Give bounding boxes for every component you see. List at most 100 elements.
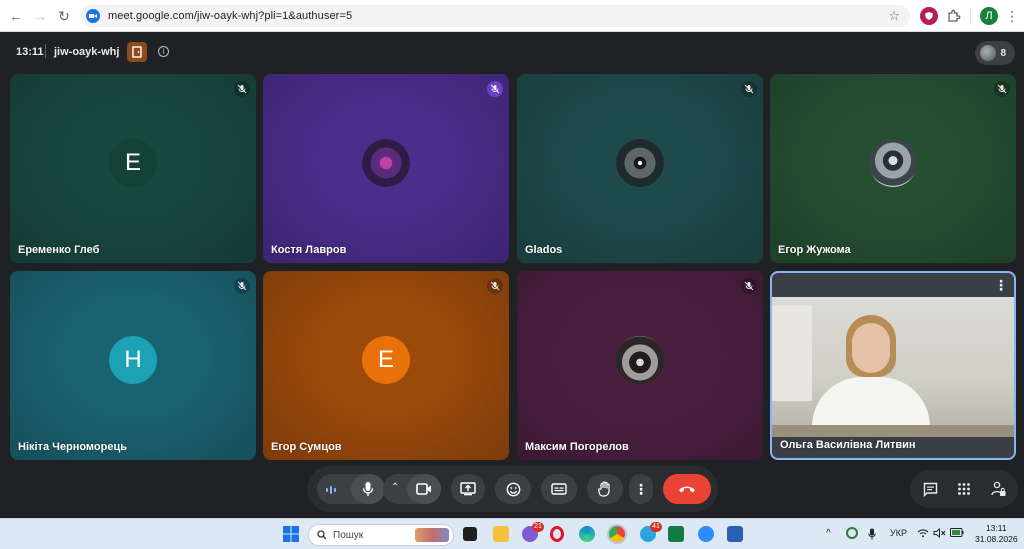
profile-avatar[interactable]: Л (980, 7, 998, 25)
people-count-button[interactable]: 8 (975, 41, 1015, 65)
leave-call-button[interactable] (663, 474, 711, 504)
excel-icon[interactable] (668, 526, 684, 542)
host-controls-icon[interactable] (127, 42, 147, 62)
video-wall-frame (772, 305, 812, 401)
mic-off-icon (487, 278, 503, 294)
participant-name: Егор Жужома (778, 244, 851, 256)
task-view-icon[interactable] (463, 527, 477, 541)
participant-name: Максим Погорелов (525, 441, 629, 453)
reactions-button[interactable] (495, 474, 531, 504)
participant-avatar (616, 138, 664, 187)
camera-button[interactable] (407, 474, 441, 504)
toolbar-divider (970, 9, 971, 23)
bookmark-star-icon[interactable]: ☆ (888, 8, 900, 24)
participant-tile[interactable]: ⋮ Ольга Василівна Литвин (770, 271, 1016, 460)
participant-tile[interactable]: Е Еременко Глеб (10, 74, 256, 263)
meeting-time: 13:11 (16, 46, 44, 58)
side-controls (910, 470, 1018, 508)
system-clock[interactable]: 13:11 31.08.2026 (975, 523, 1018, 545)
meeting-code: jiw-oayk-whj (54, 46, 120, 58)
windows-taskbar: Пошук 21 41 ^ УКР 13:11 31.08.2026 (0, 518, 1024, 549)
participant-avatar: Е (109, 138, 157, 187)
participant-avatar (362, 138, 410, 187)
mic-off-icon (741, 278, 757, 294)
battery-icon[interactable] (950, 528, 964, 539)
zoom-icon[interactable] (698, 526, 714, 542)
windows-start-icon[interactable] (283, 526, 299, 542)
meeting-info-icon[interactable]: i (158, 46, 169, 57)
tile-more-icon[interactable]: ⋮ (994, 277, 1008, 294)
forward-icon[interactable]: → (30, 6, 50, 26)
participant-name: Ольга Василівна Литвин (780, 439, 916, 451)
url-text[interactable]: meet.google.com/jiw-oayk-whj?pli=1&authu… (108, 10, 352, 22)
file-explorer-icon[interactable] (493, 526, 509, 542)
participant-video (772, 297, 1014, 437)
search-placeholder: Пошук (333, 529, 364, 541)
call-controls-bar: ⌃ ⋮ (307, 466, 718, 512)
mic-off-icon (994, 81, 1010, 97)
camera-group: ⌃ (383, 474, 441, 504)
present-button[interactable] (451, 474, 485, 504)
participant-tile[interactable]: Егор Жужома (770, 74, 1016, 263)
captions-button[interactable] (541, 474, 577, 504)
mic-off-icon (741, 81, 757, 97)
meet-site-icon (86, 9, 100, 23)
mic-off-icon (487, 81, 503, 97)
host-lock-icon[interactable] (988, 479, 1008, 499)
wifi-icon[interactable] (917, 528, 929, 540)
extensions-puzzle-icon[interactable] (945, 7, 963, 25)
participant-tile[interactable]: Е Егор Сумцов (263, 271, 509, 460)
viber-badge: 21 (532, 522, 544, 532)
participant-count: 8 (1000, 47, 1006, 59)
activities-icon[interactable] (954, 479, 974, 499)
camera-options-chevron-icon[interactable]: ⌃ (391, 482, 399, 493)
mic-group (317, 474, 385, 504)
meeting-header: 13:11 jiw-oayk-whj i 8 (0, 32, 1024, 72)
participant-avatar: Н (109, 335, 157, 384)
edge-icon[interactable] (579, 526, 595, 542)
address-bar[interactable]: meet.google.com/jiw-oayk-whj?pli=1&authu… (80, 5, 910, 27)
back-icon[interactable]: ← (6, 6, 26, 26)
language-indicator[interactable]: УКР (890, 528, 907, 538)
mic-tray-icon[interactable] (868, 528, 876, 542)
participant-avatar: Е (362, 335, 410, 384)
participant-avatar (869, 138, 917, 187)
mic-off-icon (234, 278, 250, 294)
clock-date: 31.08.2026 (975, 534, 1018, 544)
more-vert-icon: ⋮ (634, 480, 648, 497)
raise-hand-button[interactable] (587, 474, 623, 504)
opera-icon[interactable] (550, 526, 564, 542)
search-icon (317, 530, 327, 540)
participant-tile[interactable]: Н Нікіта Черноморець (10, 271, 256, 460)
mic-off-icon (234, 81, 250, 97)
participant-name: Еременко Глеб (18, 244, 100, 256)
audio-level-icon (325, 483, 337, 501)
participant-name: Костя Лавров (271, 244, 347, 256)
chat-icon[interactable] (920, 479, 940, 499)
viber-icon[interactable]: 21 (522, 522, 544, 542)
more-options-button[interactable]: ⋮ (629, 474, 653, 504)
search-highlight-image (415, 528, 449, 542)
people-avatar (980, 45, 996, 61)
word-icon[interactable] (727, 526, 743, 542)
mic-button[interactable] (351, 474, 385, 504)
participant-tile[interactable]: Glados (517, 74, 763, 263)
video-person-face (852, 323, 890, 373)
clock-time: 13:11 (985, 523, 1007, 533)
telegram-icon[interactable]: 41 (640, 522, 662, 542)
browser-toolbar: ← → ↻ meet.google.com/jiw-oayk-whj?pli=1… (0, 0, 1024, 32)
telegram-badge: 41 (650, 522, 662, 532)
sync-icon[interactable] (846, 527, 858, 539)
participant-avatar (616, 335, 664, 384)
participant-tile[interactable]: Костя Лавров (263, 74, 509, 263)
chrome-icon[interactable] (609, 526, 625, 542)
browser-menu-icon[interactable]: ⋮ (1003, 7, 1021, 25)
shield-extension-icon[interactable] (920, 7, 938, 25)
participant-name: Glados (525, 244, 563, 256)
tray-chevron-icon[interactable]: ^ (826, 528, 831, 539)
video-desk (772, 425, 1014, 437)
taskbar-search[interactable]: Пошук (308, 524, 454, 546)
volume-muted-icon[interactable] (933, 527, 946, 540)
participant-tile[interactable]: Максим Погорелов (517, 271, 763, 460)
reload-icon[interactable]: ↻ (54, 6, 74, 26)
